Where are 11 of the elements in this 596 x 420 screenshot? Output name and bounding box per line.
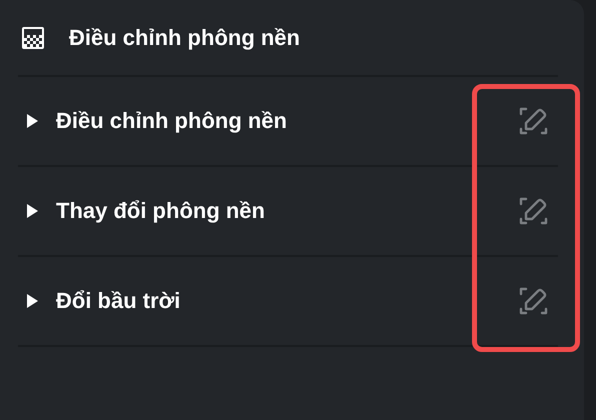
section-label[interactable]: Thay đổi phông nền [56, 198, 518, 224]
expand-icon[interactable] [26, 293, 38, 309]
edit-icon[interactable] [518, 105, 550, 137]
checkerboard-icon [21, 26, 45, 50]
expand-icon[interactable] [26, 113, 38, 129]
section-label[interactable]: Điều chỉnh phông nền [56, 108, 518, 134]
expand-icon[interactable] [26, 203, 38, 219]
edit-icon[interactable] [518, 285, 550, 317]
section-label[interactable]: Đổi bầu trời [56, 288, 518, 314]
panel-title: Điều chỉnh phông nền [69, 24, 300, 50]
edit-icon[interactable] [518, 195, 550, 227]
